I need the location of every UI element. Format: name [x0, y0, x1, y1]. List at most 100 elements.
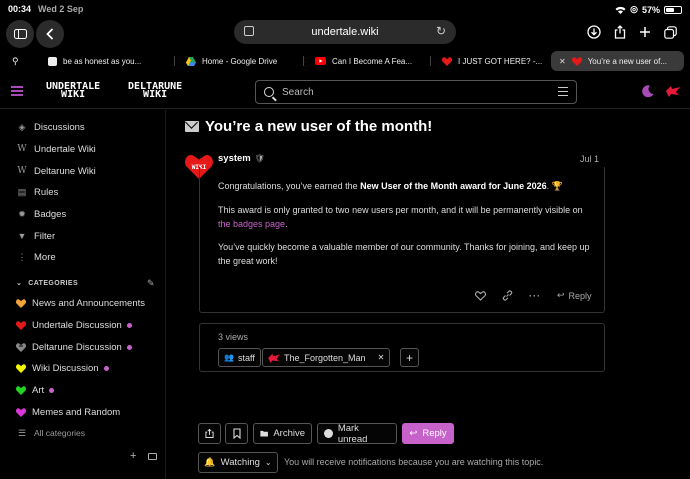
- deltarune-wiki-logo[interactable]: DELTARUNE WIKI: [128, 82, 182, 100]
- remove-icon[interactable]: ✕: [378, 353, 385, 362]
- tab-overview-icon[interactable]: [659, 21, 681, 43]
- logo-deltarune-sub: WIKI: [143, 89, 168, 100]
- moon-icon[interactable]: [642, 85, 654, 98]
- sidebar-toggle-button[interactable]: [6, 20, 34, 48]
- sidebar-item-label: Discussions: [34, 121, 85, 133]
- categories-heading[interactable]: ⌄ CATEGORIES: [16, 279, 78, 288]
- bookmark-button[interactable]: [225, 423, 248, 444]
- category-wiki[interactable]: Wiki Discussion: [16, 360, 109, 376]
- archive-button[interactable]: Archive: [253, 423, 312, 444]
- tab-3[interactable]: Can I Become A Fea...: [303, 51, 428, 71]
- pinned-tab[interactable]: ⚲: [4, 51, 30, 71]
- page-menu-icon[interactable]: [244, 26, 254, 36]
- category-undertale[interactable]: Undertale Discussion: [16, 317, 132, 333]
- chevron-down-icon: ⌄: [264, 458, 272, 467]
- mark-unread-label: Mark unread: [337, 422, 368, 445]
- notification-level-dropdown[interactable]: 🔔 Watching ⌄: [198, 452, 278, 473]
- share-icon[interactable]: [609, 21, 631, 43]
- category-deltarune[interactable]: Deltarune Discussion: [16, 339, 132, 355]
- tag-label: staff: [237, 352, 255, 363]
- add-participant-button[interactable]: +: [400, 348, 419, 367]
- envelope-icon: [185, 121, 199, 132]
- sidebar-item-more[interactable]: ⋮ More: [16, 249, 56, 265]
- download-icon[interactable]: [583, 21, 605, 43]
- sidebar-item-label: Filter: [34, 230, 56, 242]
- search-input[interactable]: Search: [255, 80, 577, 104]
- wifi-icon: [615, 6, 626, 14]
- reply-label: Reply: [422, 428, 447, 439]
- new-tab-icon[interactable]: [634, 21, 656, 43]
- category-label: Wiki Discussion: [32, 362, 99, 374]
- tab-label: I JUST GOT HERE? -...: [458, 56, 543, 66]
- sidebar-item-rules[interactable]: ▤ Rules: [16, 184, 59, 200]
- heart-favicon-icon: [442, 56, 452, 66]
- user-avatar[interactable]: [666, 85, 680, 97]
- badges-page-link[interactable]: the badges page: [218, 219, 285, 229]
- add-icon[interactable]: +: [130, 450, 136, 462]
- list-icon: ☰: [17, 427, 27, 438]
- hamburger-menu-icon[interactable]: [11, 86, 23, 96]
- tag-staff[interactable]: 👥 staff: [218, 348, 261, 367]
- category-label: Memes and Random: [32, 406, 121, 418]
- tab-label: Home - Google Drive: [202, 56, 278, 66]
- more-icon: ⋮: [17, 251, 27, 262]
- mark-unread-button[interactable]: Mark unread: [317, 422, 397, 445]
- topic-title-text: You’re a new user of the month!: [205, 118, 433, 135]
- site-header: UNDERTALE WIKI DELTARUNE WIKI Search: [0, 75, 690, 109]
- tab-1[interactable]: be as honest as you...: [36, 51, 172, 71]
- tab-label: be as honest as you...: [63, 56, 142, 66]
- sidebar-item-filter[interactable]: ▼ Filter: [16, 228, 56, 244]
- status-time: 00:34: [8, 4, 32, 14]
- notification-notice: You will receive notifications because y…: [284, 457, 544, 467]
- all-categories-label: All categories: [34, 428, 86, 438]
- google-drive-icon: [186, 56, 196, 66]
- tab-5-active[interactable]: ✕ You’re a new user of...: [551, 51, 684, 71]
- category-art[interactable]: Art: [16, 382, 55, 398]
- tab-label: You’re a new user of...: [587, 56, 668, 66]
- post-author[interactable]: system 🛡: [218, 153, 265, 164]
- dark-heart-icon: [16, 342, 26, 352]
- edit-categories-icon[interactable]: ✎: [147, 278, 155, 289]
- address-bar[interactable]: undertale.wiki ↻: [234, 20, 456, 44]
- sidebar-item-deltarune-wiki[interactable]: W Deltarune Wiki: [16, 163, 96, 179]
- participant-chip[interactable]: The_Forgotten_Man ✕: [262, 348, 391, 367]
- url-text: undertale.wiki: [311, 26, 379, 38]
- sidebar-item-badges[interactable]: ✹ Badges: [16, 206, 66, 222]
- category-news[interactable]: News and Announcements: [16, 295, 145, 311]
- view-count: 3 views: [218, 332, 249, 342]
- sidebar-item-discussions[interactable]: ◈ Discussions: [16, 119, 85, 135]
- folder-icon: [260, 430, 268, 437]
- unread-dot: [126, 322, 132, 328]
- sidebar-item-label: Rules: [34, 186, 59, 198]
- heart-icon: [16, 298, 26, 308]
- like-heart-icon[interactable]: [475, 290, 486, 301]
- wikipedia-icon: W: [17, 144, 27, 154]
- sidebar-item-undertale-wiki[interactable]: W Undertale Wiki: [16, 141, 95, 157]
- tab-4[interactable]: I JUST GOT HERE? -...: [430, 51, 548, 71]
- close-tab-icon[interactable]: ✕: [559, 57, 566, 66]
- bell-icon: 🔔: [204, 457, 216, 467]
- reply-button[interactable]: ↩ Reply: [402, 423, 454, 444]
- back-button[interactable]: [36, 20, 64, 48]
- post-reply-label: Reply: [568, 290, 592, 301]
- all-categories-link[interactable]: ☰ All categories: [16, 425, 85, 441]
- category-label: Deltarune Discussion: [32, 341, 122, 353]
- status-bar: 00:34 Wed 2 Sep ◎ 57%: [0, 0, 690, 18]
- unread-dot: [126, 344, 132, 350]
- keyboard-shortcuts-icon[interactable]: [148, 453, 157, 460]
- document-icon: ▤: [17, 186, 27, 197]
- tab-2[interactable]: Home - Google Drive: [174, 51, 302, 71]
- post-date[interactable]: Jul 1: [580, 154, 599, 164]
- share-button[interactable]: [198, 423, 221, 444]
- watching-label: Watching: [220, 457, 260, 468]
- search-filter-icon[interactable]: [558, 87, 568, 97]
- category-memes[interactable]: Memes and Random: [16, 404, 120, 420]
- link-icon[interactable]: [502, 290, 513, 301]
- post-reply-button[interactable]: ↩ Reply: [557, 290, 592, 301]
- more-options-icon[interactable]: ···: [529, 291, 541, 301]
- reply-arrow-icon: ↩: [409, 428, 418, 439]
- post-paragraph-3: You’ve quickly become a valuable member …: [218, 242, 590, 266]
- undertale-wiki-logo[interactable]: UNDERTALE WIKI: [46, 82, 100, 100]
- reload-icon[interactable]: ↻: [436, 24, 446, 38]
- sidebar-item-label: Deltarune Wiki: [34, 165, 96, 177]
